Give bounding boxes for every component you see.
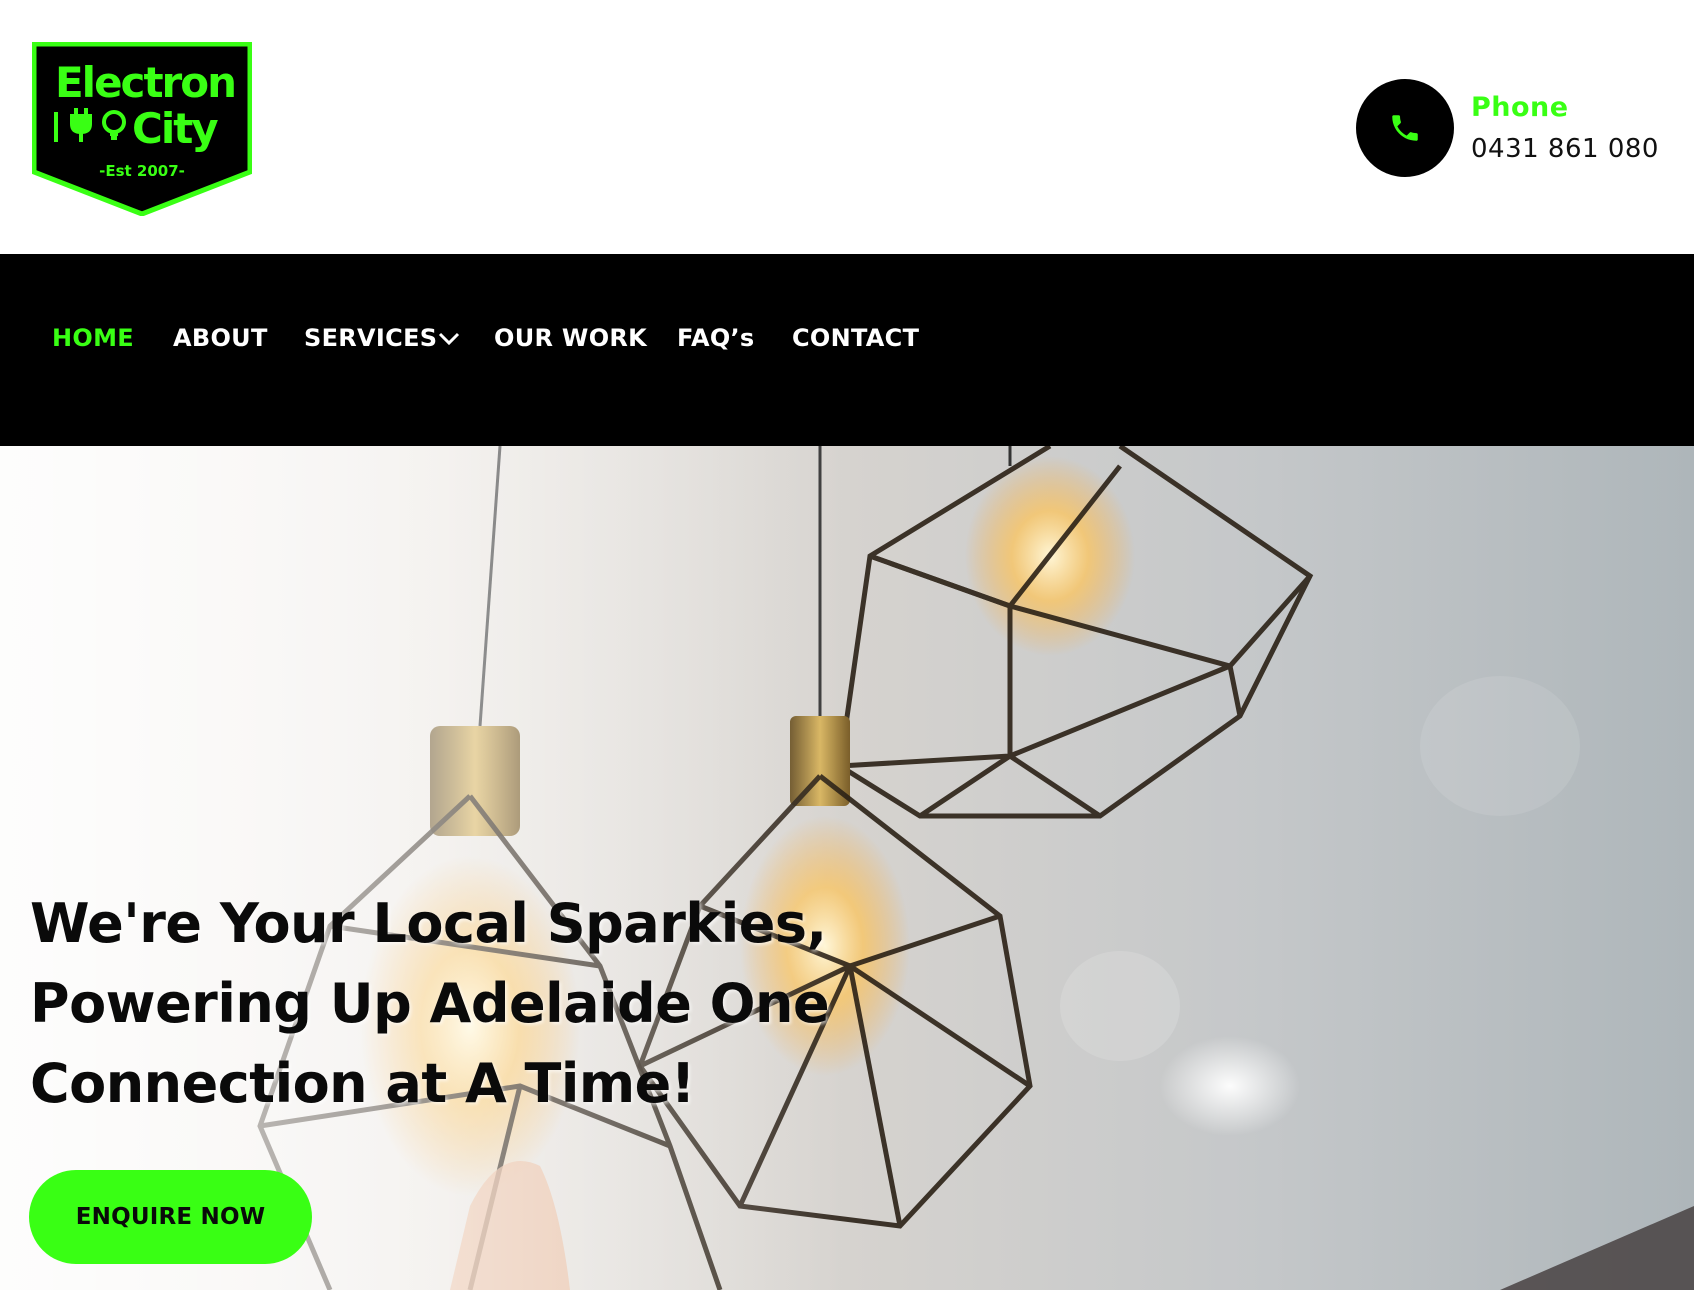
phone-button[interactable] — [1356, 79, 1454, 177]
hero-heading-line-3: Connection at A Time! — [30, 1052, 695, 1115]
chevron-down-icon[interactable] — [438, 332, 460, 346]
hero-heading: We're Your Local Sparkies, Powering Up A… — [30, 884, 930, 1124]
logo-established: -Est 2007- — [99, 162, 185, 180]
main-navigation: HOME ABOUT SERVICES OUR WORK FAQ’s CONTA… — [0, 254, 1694, 446]
logo-text-city: City — [132, 104, 219, 153]
electron-city-logo[interactable]: Electron City -Est 2007- — [32, 42, 252, 216]
nav-item-home[interactable]: HOME — [52, 324, 134, 352]
nav-item-our-work[interactable]: OUR WORK — [494, 324, 647, 352]
hero-section: We're Your Local Sparkies, Powering Up A… — [0, 446, 1694, 1290]
hero-overlay — [0, 446, 1694, 1290]
phone-number-link[interactable]: 0431 861 080 — [1471, 134, 1659, 164]
site-header: Electron City -Est 2007- Phone 0431 861 … — [0, 0, 1694, 254]
nav-item-services[interactable]: SERVICES — [304, 324, 437, 352]
nav-item-faqs[interactable]: FAQ’s — [677, 324, 755, 352]
nav-item-about[interactable]: ABOUT — [173, 324, 268, 352]
phone-label: Phone — [1471, 92, 1569, 123]
enquire-now-button[interactable]: ENQUIRE NOW — [29, 1170, 312, 1264]
hero-heading-line-1: We're Your Local Sparkies, — [30, 892, 827, 955]
nav-item-contact[interactable]: CONTACT — [792, 324, 919, 352]
phone-icon — [1392, 115, 1418, 141]
logo-text-electron: Electron — [54, 58, 237, 107]
hero-heading-line-2: Powering Up Adelaide One — [30, 972, 830, 1035]
